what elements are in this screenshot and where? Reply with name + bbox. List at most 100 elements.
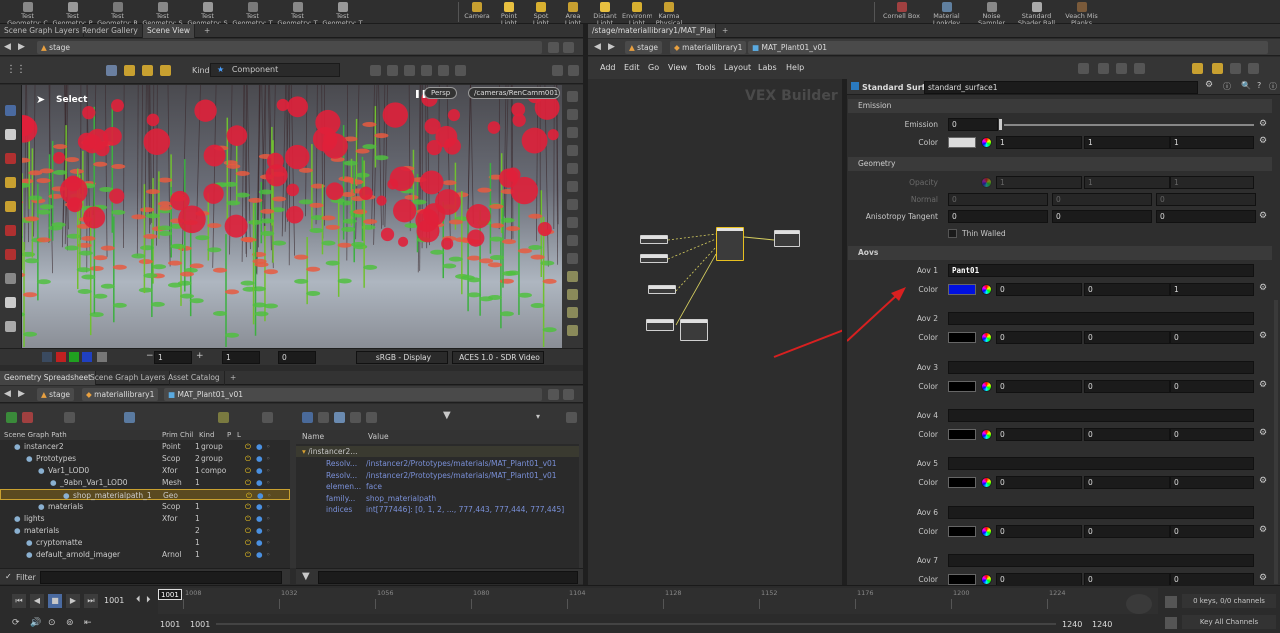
solo-icon[interactable]: ◦: [266, 501, 270, 512]
eye-icon[interactable]: [1230, 63, 1241, 74]
image-icon[interactable]: [1212, 63, 1223, 74]
filter-icon[interactable]: ▼: [443, 410, 451, 421]
col-p[interactable]: P: [227, 430, 231, 440]
filter-funnel-icon[interactable]: ▼: [302, 571, 310, 582]
path-stage[interactable]: ▲ stage: [37, 41, 542, 54]
tool-icon[interactable]: [567, 109, 578, 120]
tab-asset-catalog[interactable]: Asset Catalog: [164, 371, 225, 385]
aov-g-field[interactable]: 0: [1084, 524, 1170, 538]
layout-icon[interactable]: [1116, 63, 1127, 74]
tree-row[interactable]: ● materials Scop 1 ⏻ ● ◦: [0, 501, 290, 512]
col-scene-graph-path[interactable]: Scene Graph Path: [4, 430, 67, 440]
range-slider[interactable]: [216, 623, 1056, 625]
shelf-tool[interactable]: Distant Light: [590, 0, 620, 24]
aov-color-swatch[interactable]: [948, 428, 976, 440]
aov-name-field[interactable]: Pant01: [948, 264, 1254, 277]
channel-menu-icon[interactable]: ⚙: [1259, 573, 1267, 583]
table-row[interactable]: elemen... face: [296, 481, 579, 492]
laser-icon[interactable]: [421, 65, 432, 76]
menu-edit[interactable]: Edit: [624, 63, 640, 72]
secure-select-icon[interactable]: [438, 65, 449, 76]
loop-icon[interactable]: ⊙: [48, 618, 56, 628]
solo-icon[interactable]: ◦: [266, 453, 270, 464]
aov-color-swatch[interactable]: [948, 477, 976, 489]
playback-end-field[interactable]: 1240: [1062, 620, 1082, 629]
tree-row[interactable]: ● materials 2 ⏻ ● ◦: [0, 525, 290, 536]
view-icon[interactable]: [567, 307, 578, 318]
menu-view[interactable]: View: [668, 63, 687, 72]
shelf-tool[interactable]: Camera: [462, 0, 492, 24]
start-frame-field[interactable]: 1001: [160, 620, 180, 629]
tab-network-path[interactable]: /stage/materiallibrary1/MAT_Plant01_...: [588, 24, 716, 38]
dropdown-chevron-icon[interactable]: ▾: [536, 412, 540, 421]
solo-icon[interactable]: ◦: [266, 465, 270, 476]
link-icon-2[interactable]: [563, 389, 574, 400]
channel-menu-icon[interactable]: ⚙: [1259, 119, 1267, 129]
view-icon[interactable]: [567, 235, 578, 246]
normal-field[interactable]: 0: [948, 193, 1048, 206]
back-arrow-icon[interactable]: ◀: [4, 42, 11, 52]
solo-icon[interactable]: ◦: [266, 441, 270, 452]
visible-only-icon[interactable]: [455, 65, 466, 76]
camera-icon[interactable]: [567, 181, 578, 192]
color-wheel-icon[interactable]: [981, 284, 992, 295]
end-frame-field[interactable]: 1240: [1092, 620, 1112, 629]
table-icon[interactable]: [366, 412, 377, 423]
table-row[interactable]: indices int[777446]: [0, 1, 2, ..., 777,4…: [296, 504, 579, 515]
shelf-tool[interactable]: Test Geometry: P: [51, 0, 94, 24]
tab-geometry-spreadsheet[interactable]: Geometry Spreadsheet: [0, 371, 97, 385]
activate-icon[interactable]: ⏻: [245, 501, 251, 512]
aov-color-swatch[interactable]: [948, 284, 976, 295]
tree-row[interactable]: ● lights Xfor 1 ⏻ ● ◦: [0, 513, 290, 524]
emission-color-swatch[interactable]: [948, 137, 976, 148]
network-editor[interactable]: VEX Builder: [588, 79, 842, 585]
color-wheel-icon[interactable]: [981, 525, 992, 537]
menu-help[interactable]: Help: [786, 63, 804, 72]
shelf-tool[interactable]: Area Light: [558, 0, 588, 24]
aov-r-field[interactable]: 0: [996, 283, 1082, 296]
brush-icon[interactable]: [404, 65, 415, 76]
col-chil[interactable]: Chil: [180, 430, 193, 440]
tool-icon[interactable]: [567, 91, 578, 102]
tool-icon[interactable]: [567, 163, 578, 174]
red-channel-swatch[interactable]: [56, 352, 66, 362]
grid-icon[interactable]: ⋮⋮: [6, 64, 26, 75]
shelf-tool[interactable]: Test Geometry: C: [6, 0, 49, 24]
tree-row[interactable]: ● Prototypes Scop 2 group ⏻ ● ◦: [0, 453, 290, 464]
audio-scrub-icon[interactable]: [1126, 594, 1152, 614]
shelf-tool[interactable]: Spot Light: [526, 0, 556, 24]
visibility-icon[interactable]: ●: [256, 477, 263, 488]
tree-row[interactable]: ● cryptomatte 1 ⏻ ● ◦: [0, 537, 290, 548]
emission-r-field[interactable]: 1: [996, 136, 1082, 149]
activate-icon[interactable]: ⏻: [245, 537, 251, 548]
view-icon[interactable]: [567, 253, 578, 264]
select-mode-icon[interactable]: [124, 65, 135, 76]
attr-mode-icon[interactable]: [302, 412, 313, 423]
normal-field[interactable]: 0: [1156, 193, 1256, 206]
channel-menu-icon[interactable]: ⚙: [1259, 283, 1267, 293]
aov-color-swatch[interactable]: [948, 380, 976, 392]
opacity-field[interactable]: 1: [996, 176, 1082, 189]
table-row[interactable]: Resolv... /instancer2/Prototypes/material…: [296, 458, 579, 469]
network-options-icon[interactable]: [1248, 63, 1259, 74]
activate-icon[interactable]: ⏻: [246, 490, 252, 501]
visibility-icon[interactable]: ●: [256, 549, 263, 560]
tool-icon[interactable]: [567, 127, 578, 138]
forward-arrow-icon-2[interactable]: ▶: [18, 389, 25, 399]
grid-snap-icon[interactable]: [1098, 63, 1109, 74]
rotate-icon[interactable]: [5, 201, 16, 212]
shelf-tool[interactable]: Test Geometry: T: [276, 0, 319, 24]
section-emission[interactable]: Emission: [848, 99, 1272, 113]
aov-color-swatch[interactable]: [948, 525, 976, 537]
select-mode3-icon[interactable]: [160, 65, 171, 76]
emission-slider[interactable]: [1004, 124, 1254, 126]
rows-icon[interactable]: [350, 412, 361, 423]
bookmark-icon[interactable]: ⓘ: [1269, 81, 1277, 92]
scene-graph-mode-icon[interactable]: [124, 412, 135, 423]
gear-icon[interactable]: ⚙: [1205, 80, 1213, 90]
aov-b-field[interactable]: 0: [1170, 572, 1254, 586]
menu-layout[interactable]: Layout: [724, 63, 751, 72]
path-materiallibrary-2[interactable]: ◆ materiallibrary1: [670, 41, 747, 54]
table-filter-input[interactable]: [318, 571, 578, 584]
visibility-icon[interactable]: ●: [256, 453, 263, 464]
